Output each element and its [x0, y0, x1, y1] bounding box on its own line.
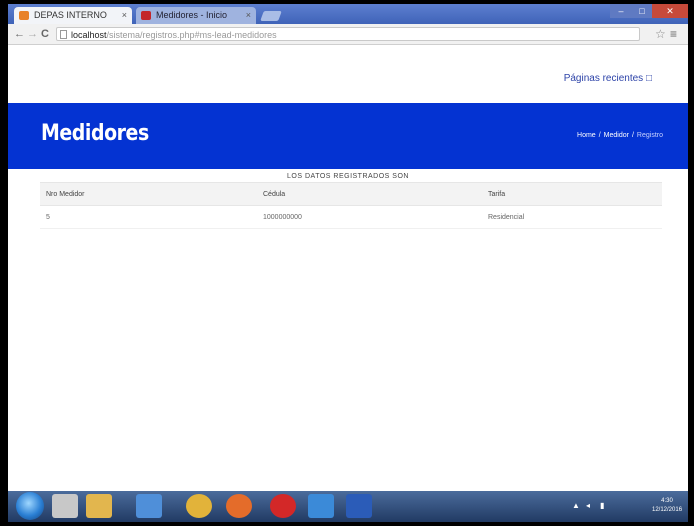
breadcrumb-current: Registro	[636, 132, 663, 139]
site-favicon-icon	[141, 11, 151, 20]
tab-medidores[interactable]: Medidores - Inicio ×	[136, 7, 256, 24]
maximize-button[interactable]: □	[632, 4, 652, 18]
bookmark-star-icon[interactable]: ☆	[655, 27, 666, 41]
back-button[interactable]: ←	[14, 27, 25, 41]
table-row: 5 1000000000 Residencial	[40, 205, 662, 229]
tab-title: DEPAS INTERNO	[34, 10, 107, 20]
opera-icon[interactable]	[270, 494, 296, 518]
cell-medidor: 5	[40, 205, 257, 229]
volume-icon[interactable]: ◂	[586, 501, 590, 510]
table-caption: LOS DATOS REGISTRADOS SON	[287, 173, 409, 180]
clock-date: 12/12/2016	[652, 507, 683, 513]
show-hidden-icons-icon[interactable]: ▲	[572, 501, 580, 510]
tab-title: Medidores - Inicio	[156, 10, 228, 20]
firefox-icon[interactable]	[226, 494, 252, 518]
tab-close-icon[interactable]: ×	[246, 7, 251, 24]
breadcrumb-separator: /	[598, 132, 601, 139]
url-host: localhost	[71, 30, 107, 40]
reload-button[interactable]: C	[41, 27, 49, 41]
network-icon[interactable]: ▮	[600, 501, 604, 510]
clock[interactable]: 4:30 12/12/2016	[652, 497, 682, 515]
page-title: Medidores	[41, 121, 149, 146]
folder-favicon-icon	[19, 11, 29, 20]
word-icon[interactable]	[346, 494, 372, 518]
folder-icon[interactable]	[86, 494, 112, 518]
forward-button[interactable]: →	[27, 27, 38, 41]
column-header-tarifa: Tarifa	[482, 182, 662, 206]
ie-icon[interactable]	[308, 494, 334, 518]
start-button[interactable]	[16, 492, 44, 520]
page-icon	[60, 30, 67, 39]
close-window-button[interactable]: ✕	[652, 4, 688, 18]
chrome-icon[interactable]	[186, 494, 212, 518]
records-table: Nro Medidor Cédula Tarifa 5 1000000000 R…	[40, 182, 662, 229]
screen: DEPAS INTERNO × Medidores - Inicio × – □…	[8, 4, 688, 522]
paint-icon[interactable]	[136, 494, 162, 518]
tab-close-icon[interactable]: ×	[122, 7, 127, 24]
browser-menu-icon[interactable]: ≡	[670, 27, 677, 41]
table-header-row: Nro Medidor Cédula Tarifa	[40, 182, 662, 206]
window-controls: – □ ✕	[610, 4, 688, 20]
browser-tab-bar: DEPAS INTERNO × Medidores - Inicio × – □…	[8, 4, 688, 24]
breadcrumb: Home / Medidor / Registro	[577, 132, 663, 139]
url-path: /sistema/registros.php#ms-lead-medidores	[106, 30, 277, 40]
breadcrumb-medidor[interactable]: Medidor	[604, 132, 629, 139]
page-banner: Medidores Home / Medidor / Registro	[8, 103, 688, 169]
system-tray: ▲ ◂ ▮ 4:30 12/12/2016	[572, 491, 682, 522]
minimize-button[interactable]: –	[610, 4, 632, 18]
column-header-medidor: Nro Medidor	[40, 182, 257, 206]
explorer-icon[interactable]	[52, 494, 78, 518]
nav-link[interactable]: Páginas recientes □	[564, 73, 652, 84]
breadcrumb-home[interactable]: Home	[577, 132, 596, 139]
address-bar[interactable]: localhost/sistema/registros.php#ms-lead-…	[56, 27, 640, 41]
column-header-cedula: Cédula	[257, 182, 482, 206]
browser-toolbar: ← → C localhost/sistema/registros.php#ms…	[8, 24, 688, 45]
windows-taskbar: ▲ ◂ ▮ 4:30 12/12/2016	[8, 491, 688, 522]
tab-depas-interno[interactable]: DEPAS INTERNO ×	[14, 7, 132, 24]
clock-time: 4:30	[661, 498, 673, 504]
cell-cedula: 1000000000	[257, 205, 482, 229]
new-tab-button[interactable]	[260, 11, 282, 21]
breadcrumb-separator: /	[631, 132, 634, 139]
web-page: Páginas recientes □ Medidores Home / Medid…	[8, 45, 688, 491]
cell-tarifa: Residencial	[482, 205, 662, 229]
